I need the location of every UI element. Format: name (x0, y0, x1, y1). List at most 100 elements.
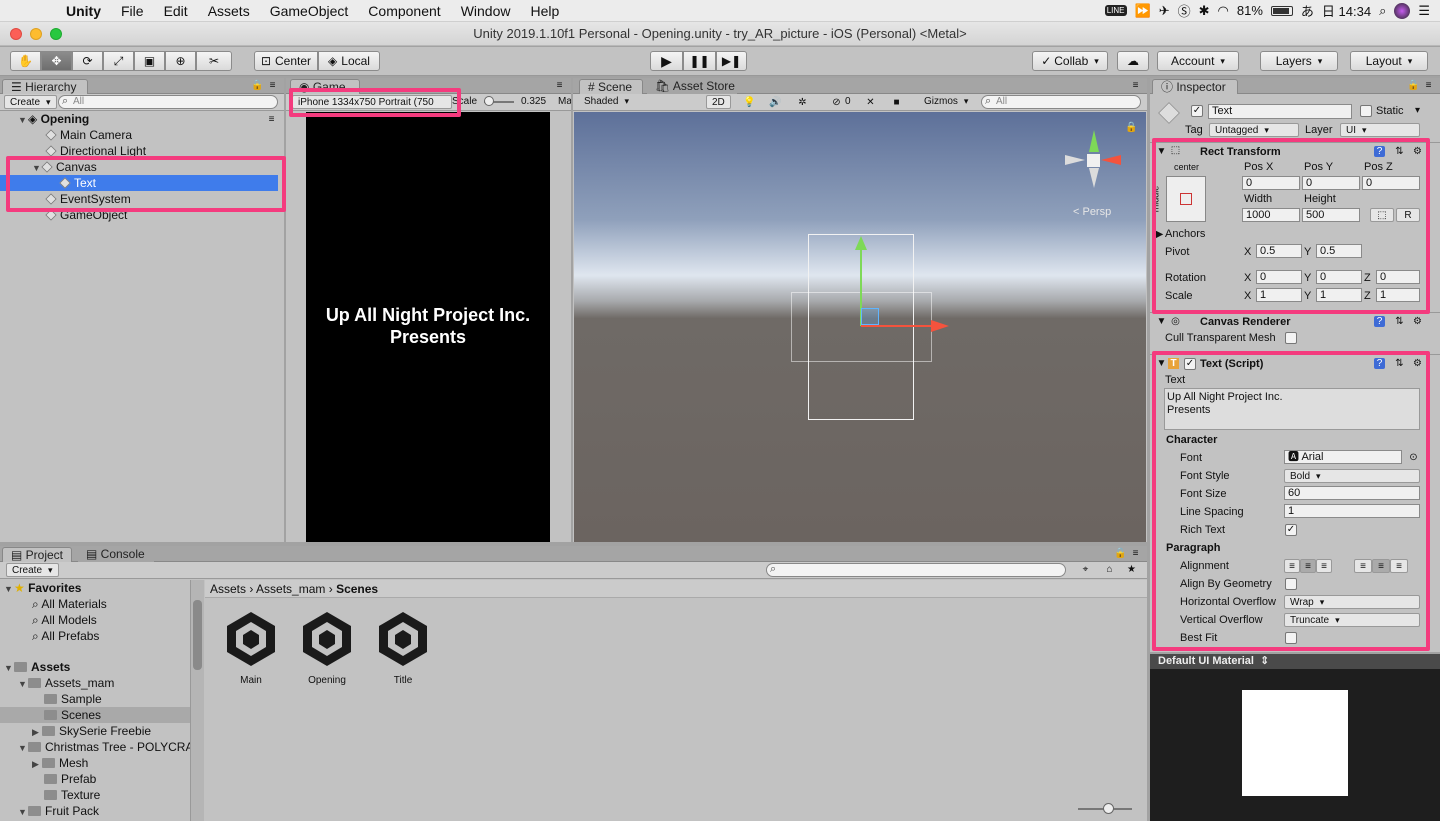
gizmo-y-cone-icon[interactable] (1089, 130, 1099, 152)
account-dropdown[interactable]: Account (1157, 51, 1239, 71)
tree-item-assets-mam[interactable]: ▼ Assets_mam (0, 675, 190, 691)
line-icon[interactable]: LINE (1104, 5, 1127, 16)
breadcrumb-assets[interactable]: Assets (210, 582, 246, 596)
notification-icon[interactable]: ☰ (1418, 3, 1430, 19)
hierarchy-search[interactable]: All (58, 95, 278, 109)
cloud-button[interactable]: ☁ (1117, 51, 1149, 71)
gear-icon[interactable]: ⚙ (1412, 316, 1423, 327)
status-icon[interactable]: ⏩ (1135, 3, 1151, 19)
maximize-on-play-toggle[interactable]: Ma (558, 96, 571, 107)
lock-icon[interactable]: 🔒 (1407, 80, 1419, 91)
gizmo-neg-x-cone-icon[interactable] (1065, 155, 1085, 165)
scale-tool-button[interactable]: ⤢ (103, 51, 134, 71)
orientation-gizmo[interactable] (1063, 124, 1123, 194)
custom-tool-button[interactable]: ✂ (196, 51, 232, 71)
tools-icon[interactable]: ✕ (865, 97, 876, 108)
scale-slider-handle[interactable] (484, 96, 494, 106)
favorite-all-materials[interactable]: ⌕ All Materials (0, 596, 190, 612)
menu-help[interactable]: Help (520, 3, 569, 19)
tree-item-sample[interactable]: Sample (0, 691, 190, 707)
gizmo-center-cube[interactable] (1087, 154, 1100, 167)
tree-item-texture[interactable]: Texture (0, 787, 190, 803)
lock-icon[interactable]: 🔒 (251, 80, 263, 91)
lighting-icon[interactable]: 💡 (743, 97, 755, 108)
battery-icon[interactable] (1270, 5, 1293, 16)
bluetooth-icon[interactable]: ✱ (1199, 3, 1210, 19)
tab-console[interactable]: ▤ Console (78, 547, 154, 562)
favorite-star-icon[interactable]: ★ (1126, 564, 1137, 575)
tab-asset-store[interactable]: 🛍 Asset Store (647, 79, 737, 94)
expand-arrow-icon[interactable]: ▼ (18, 112, 28, 128)
expand-arrow-icon[interactable]: ▼ (1156, 316, 1167, 327)
filter-label-icon[interactable]: ⌂ (1104, 564, 1115, 575)
menu-gameobject[interactable]: GameObject (260, 3, 359, 19)
persp-label[interactable]: < Persp (1073, 206, 1111, 218)
favorites-row[interactable]: ▼★ Favorites (0, 580, 190, 596)
pivot-local-button[interactable]: ◈ Local (318, 51, 380, 71)
menu-file[interactable]: File (111, 3, 154, 19)
tab-scene[interactable]: # Scene (579, 79, 643, 94)
gizmos-dropdown[interactable]: Gizmos (919, 95, 973, 109)
shading-dropdown[interactable]: Shaded (579, 95, 697, 109)
ime-indicator[interactable]: あ (1301, 1, 1314, 20)
hidden-objects-icon[interactable]: ⊘ (831, 97, 842, 108)
tree-scrollbar[interactable] (190, 580, 204, 821)
help-icon[interactable]: ? (1374, 316, 1385, 327)
create-button[interactable]: Create (4, 95, 57, 109)
expand-arrow-icon[interactable]: ▼ (18, 804, 28, 820)
expand-arrow-icon[interactable]: ▼ (18, 740, 28, 755)
layout-dropdown[interactable]: Layout (1350, 51, 1428, 71)
audio-icon[interactable]: 🔊 (769, 97, 781, 108)
breadcrumb-assets-mam[interactable]: Assets_mam (256, 582, 325, 596)
status-icon[interactable]: ✈ (1159, 3, 1170, 19)
gizmo-x-cone-icon[interactable] (1101, 155, 1121, 165)
move-gizmo-plane[interactable] (861, 308, 879, 325)
expand-arrow-icon[interactable]: ▼ (4, 660, 14, 676)
tag-dropdown[interactable]: Untagged (1209, 123, 1299, 137)
siri-icon[interactable] (1394, 2, 1411, 19)
tree-scrollbar-thumb[interactable] (193, 600, 202, 670)
panel-menu-icon[interactable]: ≡ (554, 80, 565, 91)
tree-item-mesh[interactable]: ▶ Mesh (0, 755, 190, 771)
icon-size-slider-handle[interactable] (1103, 803, 1114, 814)
presets-icon[interactable]: ⇅ (1394, 316, 1405, 327)
collab-dropdown[interactable]: ✓ Collab (1032, 51, 1108, 71)
2d-toggle[interactable]: 2D (706, 95, 731, 109)
zoom-window-button[interactable] (50, 28, 62, 40)
pivot-center-button[interactable]: ⊡ Center (254, 51, 318, 71)
step-button[interactable]: ▶❚ (716, 51, 747, 71)
tree-item-prefab[interactable]: Prefab (0, 771, 190, 787)
close-window-button[interactable] (10, 28, 22, 40)
static-checkbox[interactable] (1360, 105, 1372, 117)
asset-main[interactable]: Main (218, 606, 284, 690)
menu-window[interactable]: Window (451, 3, 521, 19)
panel-menu-icon[interactable]: ≡ (1130, 548, 1141, 559)
breadcrumb-scenes[interactable]: Scenes (336, 582, 378, 596)
tab-inspector[interactable]: ⓘ Inspector (1152, 79, 1238, 94)
clock[interactable]: 日 14:34 (1322, 1, 1371, 20)
tab-hierarchy[interactable]: ☰ Hierarchy (2, 79, 88, 94)
transform-tool-button[interactable]: ⊕ (165, 51, 196, 71)
panel-menu-icon[interactable]: ≡ (267, 80, 278, 91)
spotlight-icon[interactable]: ⌕ (1379, 3, 1386, 19)
menu-edit[interactable]: Edit (154, 3, 198, 19)
tree-item-scenes[interactable]: Scenes (0, 707, 190, 723)
tree-item-skyserie[interactable]: ▶ SkySerie Freebie (0, 723, 190, 739)
chevron-down-icon[interactable]: ▾ (1412, 105, 1423, 116)
layers-dropdown[interactable]: Layers (1260, 51, 1338, 71)
rect-tool-button[interactable]: ▣ (134, 51, 165, 71)
tab-project[interactable]: ▤ Project (2, 547, 72, 562)
expand-arrow-icon[interactable]: ▶ (32, 724, 42, 740)
favorite-all-prefabs[interactable]: ⌕ All Prefabs (0, 628, 190, 644)
material-header[interactable]: Default UI Material ⇕ (1150, 654, 1440, 669)
create-button[interactable]: Create (6, 563, 59, 577)
menu-app[interactable]: Unity (56, 3, 111, 19)
object-name-field[interactable]: Text (1208, 104, 1352, 119)
skype-icon[interactable]: Ⓢ (1178, 1, 1191, 20)
tree-item-fruit-pack[interactable]: ▼ Fruit Pack (0, 803, 190, 819)
play-button[interactable]: ▶ (650, 51, 683, 71)
gizmo-neg-y-cone-icon[interactable] (1089, 168, 1099, 188)
effects-icon[interactable]: ✲ (797, 97, 808, 108)
tree-item-christmas-tree[interactable]: ▼ Christmas Tree - POLYCRA (0, 739, 190, 755)
rotate-tool-button[interactable]: ⟳ (72, 51, 103, 71)
